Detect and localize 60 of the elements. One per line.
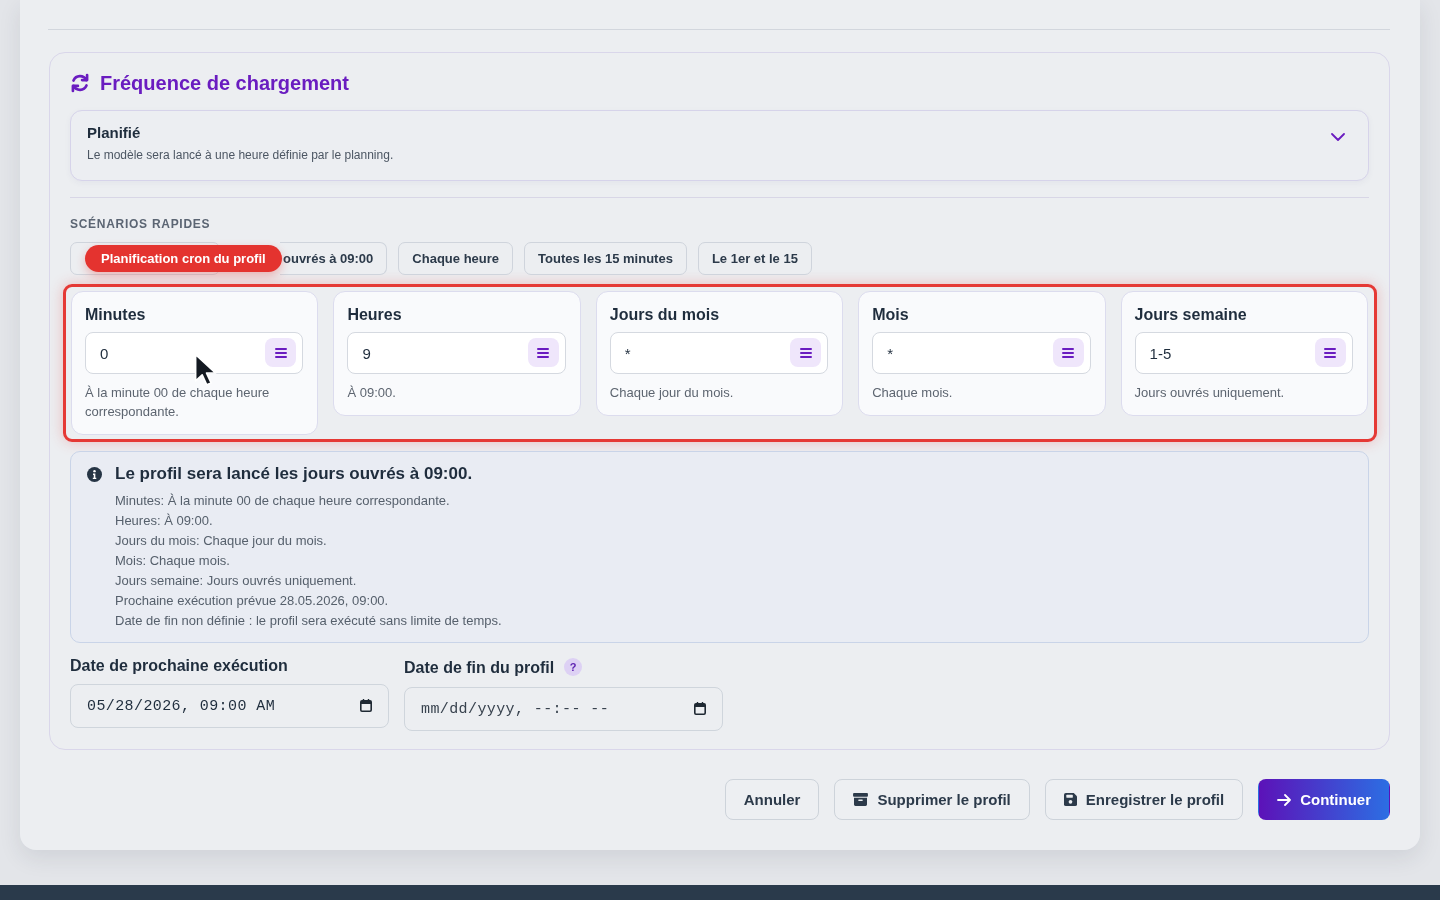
cron-input[interactable]: *: [609, 332, 829, 374]
info-icon: [87, 467, 102, 482]
summary-line: Minutes: À la minute 00 de chaque heure correspondante.: [115, 492, 451, 510]
summary-line: Date de fin non définie : le profil sera exécuté sans limite de temps.: [115, 612, 502, 630]
option-description: Le modèle sera lancé à une heure définie par le planning.: [87, 147, 395, 163]
selected-option: Planifié: [87, 123, 1331, 142]
field-label: Date de fin du profil: [404, 657, 555, 678]
options-button[interactable]: [790, 338, 822, 367]
field-label: Mois: [872, 305, 910, 325]
cancel-button[interactable]: Annuler: [724, 779, 820, 820]
field-description: Chaque jour du mois.: [609, 384, 735, 402]
calendar-icon: [694, 702, 706, 715]
scenario-chip[interactable]: Chaque heure: [398, 242, 514, 275]
cron-input[interactable]: *: [872, 332, 1091, 374]
field-description: À la minute 00 de chaque heure correspondante.: [85, 384, 271, 421]
menu-icon: [274, 347, 287, 358]
summary-line: Mois: Chaque mois.: [115, 552, 231, 570]
datetime-field[interactable]: mm/dd/yyyy, --:-- --: [404, 687, 723, 731]
tooltip: Planification cron du profil: [85, 245, 282, 272]
datetime-field[interactable]: 05/28/2026, 09:00 AM: [70, 684, 389, 728]
arrow-right-icon: [1277, 793, 1292, 806]
chevron-icon: [1331, 133, 1345, 141]
summary-title: Le profil sera lancé les jours ouvrés à 09:00.: [115, 463, 474, 485]
summary-line: Jours du mois: Chaque jour du mois.: [115, 532, 328, 550]
cron-input[interactable]: 9: [347, 332, 566, 374]
field-label: Jours du mois: [609, 305, 721, 325]
summary-line: Jours semaine: Jours ouvrés uniquement.: [115, 572, 358, 590]
field-description: Jours ouvrés uniquement.: [1134, 384, 1286, 402]
section-title: Fréquence de chargement: [100, 71, 349, 95]
schedule-type-select[interactable]: Planifié Le modèle sera lancé à une heure définie par le planning.: [70, 110, 1369, 181]
save-icon: [1063, 793, 1077, 806]
refresh-icon: [70, 73, 90, 93]
field-label: Jours semaine: [1134, 305, 1248, 325]
field-label: Date de prochaine exécution: [70, 656, 288, 676]
options-button[interactable]: [265, 338, 297, 367]
options-button[interactable]: [1052, 338, 1084, 367]
calendar-icon: [360, 699, 372, 712]
cursor-icon: [194, 353, 218, 387]
field-description: Chaque mois.: [872, 384, 954, 402]
options-button[interactable]: [527, 338, 559, 367]
field-description: À 09:00.: [347, 384, 397, 402]
scenario-chip[interactable]: ouvrés à 09:00: [280, 242, 388, 275]
menu-icon: [1324, 347, 1337, 358]
field-label: Heures: [347, 305, 403, 325]
section-heading: SCÉNARIOS RAPIDES: [70, 216, 212, 232]
field-label: Minutes: [85, 305, 147, 325]
continue-button[interactable]: Continuer: [1258, 779, 1390, 820]
scenario-chip[interactable]: Toutes les 15 minutes: [524, 242, 687, 275]
summary-line: Prochaine exécution prévue 28.05.2026, 09:00.: [115, 592, 390, 610]
delete-button[interactable]: Supprimer le profil: [834, 779, 1030, 820]
save-button[interactable]: Enregistrer le profil: [1044, 779, 1244, 820]
archive-icon: [853, 793, 869, 806]
scenario-chip[interactable]: Le 1er et le 15: [697, 242, 812, 275]
menu-icon: [1062, 347, 1075, 358]
help-badge[interactable]: ?: [564, 658, 583, 676]
summary-line: Heures: À 09:00.: [115, 512, 214, 530]
menu-icon: [799, 347, 812, 358]
menu-icon: [537, 347, 550, 358]
options-button[interactable]: [1315, 338, 1346, 367]
cron-input[interactable]: 1-5: [1134, 332, 1353, 374]
